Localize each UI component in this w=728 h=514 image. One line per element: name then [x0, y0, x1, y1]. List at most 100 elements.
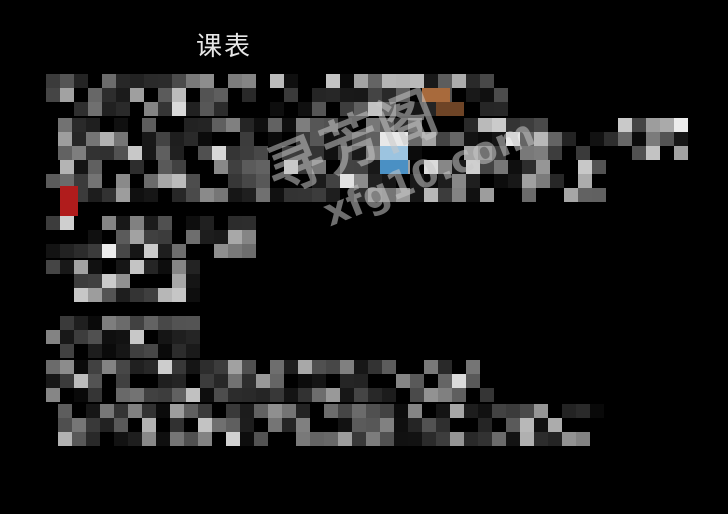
mosaic-block — [200, 74, 214, 88]
mosaic-block — [142, 146, 156, 160]
mosaic-block — [158, 102, 172, 116]
mosaic-block — [46, 244, 60, 258]
mosaic-block — [74, 102, 88, 116]
mosaic-block — [270, 360, 284, 374]
mosaic-block — [46, 88, 60, 102]
mosaic-block — [198, 146, 212, 160]
mosaic-block — [88, 274, 102, 288]
mosaic-block — [226, 118, 240, 132]
mosaic-block — [214, 374, 228, 388]
mosaic-block — [142, 132, 156, 146]
mosaic-block — [102, 330, 116, 344]
mosaic-block — [240, 418, 254, 432]
mosaic-block — [186, 216, 200, 230]
mosaic-block — [102, 188, 116, 202]
mosaic-block — [186, 360, 200, 374]
mosaic-block — [380, 432, 394, 446]
mosaic-block — [480, 388, 494, 402]
mosaic-block — [592, 160, 606, 174]
mosaic-block — [366, 418, 380, 432]
mosaic-block — [144, 188, 158, 202]
mosaic-block — [268, 404, 282, 418]
mosaic-block — [604, 132, 618, 146]
mosaic-block — [74, 74, 88, 88]
mosaic-block — [102, 360, 116, 374]
mosaic-block — [158, 288, 172, 302]
mosaic-block — [212, 146, 226, 160]
mosaic-block — [660, 132, 674, 146]
mosaic-block — [72, 146, 86, 160]
mosaic-block — [312, 102, 326, 116]
mosaic-block — [284, 88, 298, 102]
mosaic-block — [186, 344, 200, 358]
mosaic-block — [88, 174, 102, 188]
mosaic-block — [130, 288, 144, 302]
mosaic-block — [130, 216, 144, 230]
mosaic-block — [312, 360, 326, 374]
mosaic-block — [144, 344, 158, 358]
mosaic-block — [116, 174, 130, 188]
mosaic-block — [242, 188, 256, 202]
mosaic-block — [186, 316, 200, 330]
mosaic-block — [102, 274, 116, 288]
mosaic-block — [354, 360, 368, 374]
mosaic-block — [298, 102, 312, 116]
mosaic-block — [144, 360, 158, 374]
mosaic-block — [632, 118, 646, 132]
mosaic-block — [114, 132, 128, 146]
mosaic-block — [60, 374, 74, 388]
mosaic-block — [46, 74, 60, 88]
mosaic-block — [380, 418, 394, 432]
mosaic-block — [158, 216, 172, 230]
mosaic-block — [212, 418, 226, 432]
mosaic-block — [296, 432, 310, 446]
mosaic-block — [60, 74, 74, 88]
mosaic-block — [200, 388, 214, 402]
mosaic-block — [284, 74, 298, 88]
mosaic-block — [254, 404, 268, 418]
mosaic-block — [114, 118, 128, 132]
mosaic-block — [212, 118, 226, 132]
mosaic-block — [396, 374, 410, 388]
mosaic-block — [46, 374, 60, 388]
mosaic-block — [186, 388, 200, 402]
mosaic-block — [116, 374, 130, 388]
mosaic-block — [60, 216, 74, 230]
mosaic-block — [172, 360, 186, 374]
mosaic-block — [536, 160, 550, 174]
mosaic-block — [340, 88, 354, 102]
mosaic-block — [102, 316, 116, 330]
mosaic-block — [242, 360, 256, 374]
mosaic-block — [116, 260, 130, 274]
mosaic-block — [578, 160, 592, 174]
mosaic-block — [142, 118, 156, 132]
mosaic-block — [186, 174, 200, 188]
mosaic-block — [88, 330, 102, 344]
mosaic-block — [270, 74, 284, 88]
mosaic-block — [282, 418, 296, 432]
mosaic-block — [58, 418, 72, 432]
mosaic-block — [172, 388, 186, 402]
mosaic-block — [102, 244, 116, 258]
mosaic-block — [214, 88, 228, 102]
mosaic-block — [480, 188, 494, 202]
mosaic-block — [382, 360, 396, 374]
mosaic-block — [130, 230, 144, 244]
mosaic-block — [100, 404, 114, 418]
mosaic-block — [618, 118, 632, 132]
mosaic-block — [492, 404, 506, 418]
mosaic-block — [534, 404, 548, 418]
mosaic-block — [296, 404, 310, 418]
mosaic-block — [114, 418, 128, 432]
mosaic-block — [298, 388, 312, 402]
mosaic-block — [144, 260, 158, 274]
mosaic-block — [562, 404, 576, 418]
mosaic-block — [88, 388, 102, 402]
mosaic-block — [242, 244, 256, 258]
mosaic-block — [340, 388, 354, 402]
mosaic-block — [128, 404, 142, 418]
mosaic-block — [74, 388, 88, 402]
mosaic-block — [198, 404, 212, 418]
mosaic-block — [74, 316, 88, 330]
mosaic-block — [200, 360, 214, 374]
